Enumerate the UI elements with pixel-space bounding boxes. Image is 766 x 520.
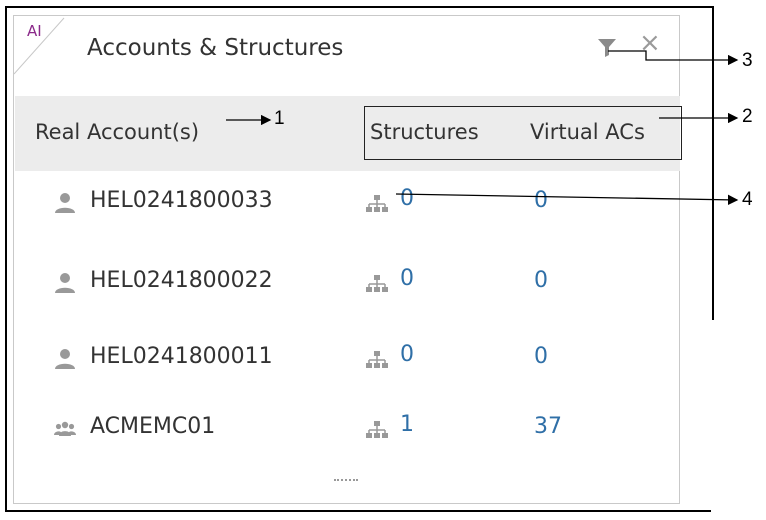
callout-1: 1 [274,108,285,129]
callout-4: 4 [742,189,753,210]
callout-arrows [226,50,739,206]
callout-3: 3 [742,50,753,71]
callout-arrow-3 [608,50,739,66]
callout-2: 2 [742,106,753,127]
callout-arrow-4 [395,193,739,206]
